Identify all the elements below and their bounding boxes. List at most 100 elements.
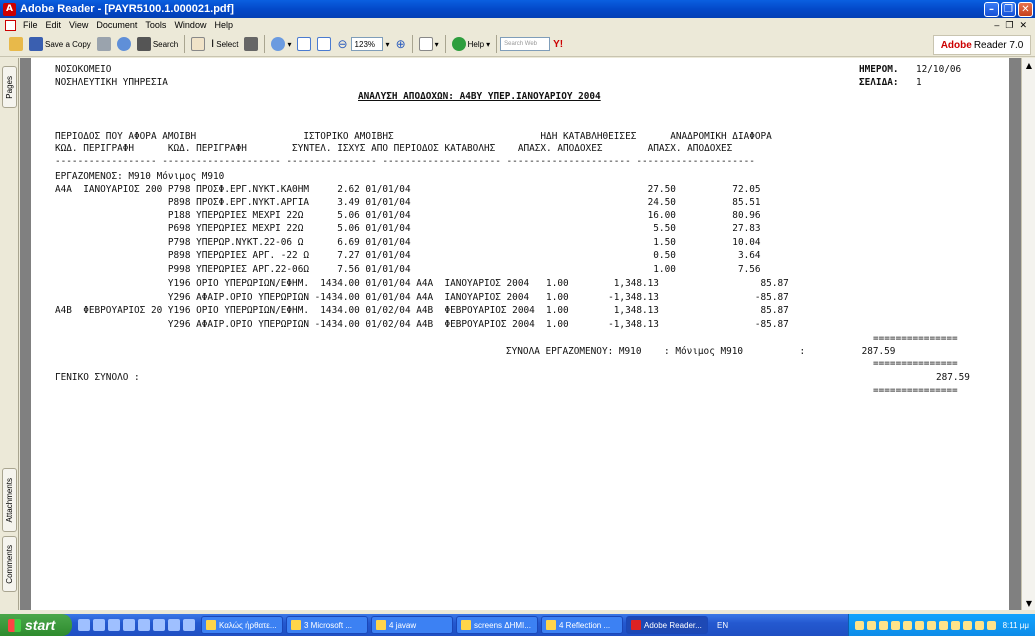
- taskbar-button[interactable]: 4 Reflection ...: [541, 616, 623, 634]
- chevron-down-icon: ▾: [434, 39, 439, 49]
- taskbar-button-active[interactable]: Adobe Reader...: [626, 616, 708, 634]
- quick-launch-icon[interactable]: [78, 619, 90, 631]
- brand-name: Adobe: [940, 39, 972, 51]
- header-row-2: ΚΩΔ. ΠΕΡΙΓΡΑΦΗ ΚΩΔ. ΠΕΡΙΓΡΑΦΗ ΣΥΝΤΕΛ. ΙΣ…: [55, 143, 733, 154]
- tray-icon[interactable]: [914, 620, 924, 630]
- menu-view[interactable]: View: [65, 20, 92, 30]
- doc-close-icon[interactable]: ✕: [1019, 20, 1027, 31]
- table-row: Υ296 ΑΦΑΙΡ.ΟΡΙΟ ΥΠΕΡΩΡΙΩΝ -1434.00 01/01…: [55, 292, 789, 303]
- start-button[interactable]: start: [0, 614, 72, 636]
- camera-icon: [244, 37, 259, 51]
- hand-tool-button[interactable]: [188, 34, 208, 54]
- snapshot-button[interactable]: [241, 34, 261, 54]
- tab-comments[interactable]: Comments: [2, 536, 17, 592]
- zoom-dropdown[interactable]: ▾: [383, 34, 393, 54]
- quick-launch-icon[interactable]: [93, 619, 105, 631]
- search-web-input[interactable]: Search Web: [500, 37, 551, 51]
- separator: [496, 35, 498, 53]
- document-viewport[interactable]: ΝΟΣΟΚΟΜΕΙΟ ΝΟΣΗΛΕΥΤΙΚΗ ΥΠΗΡΕΣΙΑ ΗΜΕΡΟΜ. …: [20, 58, 1021, 610]
- restore-button[interactable]: ❐: [1001, 1, 1016, 17]
- quick-launch-icon[interactable]: [138, 619, 150, 631]
- tray-icon[interactable]: [902, 620, 912, 630]
- select-tool-button[interactable]: I Select: [208, 34, 241, 54]
- zoom-input[interactable]: 123%: [350, 37, 383, 51]
- tray-icon[interactable]: [938, 620, 948, 630]
- email-button[interactable]: [114, 34, 134, 54]
- total-separator: ===============: [873, 358, 958, 369]
- close-button[interactable]: ✕: [1018, 1, 1033, 17]
- print-button[interactable]: [94, 34, 114, 54]
- actual-size-button[interactable]: [294, 34, 314, 54]
- start-label: start: [25, 617, 56, 633]
- taskbar-button-label: 4 javaw: [389, 620, 417, 630]
- rotate-button[interactable]: ▾: [416, 34, 442, 54]
- doc-minimize-icon[interactable]: –: [994, 20, 999, 31]
- language-indicator[interactable]: EN: [711, 621, 734, 630]
- tray-icon[interactable]: [866, 620, 876, 630]
- minimize-button[interactable]: –: [984, 1, 999, 17]
- adobe-reader-icon: A: [3, 2, 16, 16]
- window-title: Adobe Reader - [PAYR5100.1.000021.pdf]: [20, 3, 234, 15]
- tab-pages[interactable]: Pages: [2, 66, 17, 108]
- help-icon: [451, 37, 466, 51]
- separator: [411, 35, 413, 53]
- taskbar-button-label: 3 Microsoft ...: [304, 620, 353, 630]
- scroll-up-icon[interactable]: ▲: [1022, 58, 1035, 72]
- binoculars-icon: [136, 37, 151, 51]
- zoom-tool-button[interactable]: ▾: [268, 34, 294, 54]
- quick-launch-icon[interactable]: [153, 619, 165, 631]
- zoom-out-button[interactable]: ⊖: [334, 34, 350, 54]
- quick-launch-icon[interactable]: [168, 619, 180, 631]
- org-department: ΝΟΣΗΛΕΥΤΙΚΗ ΥΠΗΡΕΣΙΑ: [55, 77, 168, 88]
- menu-tools[interactable]: Tools: [141, 20, 170, 30]
- quick-launch-icon[interactable]: [183, 619, 195, 631]
- adobe-reader-icon: [631, 620, 641, 630]
- tray-icon[interactable]: [854, 620, 864, 630]
- menu-help[interactable]: Help: [210, 20, 237, 30]
- tray-icon[interactable]: [878, 620, 888, 630]
- actual-size-icon: [297, 37, 312, 51]
- quick-launch-icon[interactable]: [108, 619, 120, 631]
- scroll-down-icon[interactable]: ▼: [1022, 596, 1035, 610]
- taskbar-button[interactable]: screens ΔΗΜΙ...: [456, 616, 538, 634]
- total-separator: ===============: [873, 385, 958, 396]
- taskbar-button[interactable]: 4 javaw: [371, 616, 453, 634]
- search-button[interactable]: Search: [134, 34, 181, 54]
- table-row: Α4Α ΙΑΝΟΥΑΡΙΟΣ 200 Ρ798 ΠΡΟΣΦ.ΕΡΓ.ΝΥΚΤ.Κ…: [55, 184, 761, 195]
- table-row: Ρ898 ΥΠΕΡΩΡΙΕΣ ΑΡΓ. -22 Ω 7.27 01/01/04 …: [55, 250, 761, 261]
- help-button[interactable]: Help ▾: [449, 34, 493, 54]
- menu-document[interactable]: Document: [92, 20, 141, 30]
- adobe-reader-logo: Adobe Reader 7.0: [933, 35, 1031, 55]
- clock[interactable]: 8:11 μμ: [1003, 621, 1029, 630]
- tray-icon[interactable]: [962, 620, 972, 630]
- tray-icon[interactable]: [986, 620, 996, 630]
- vertical-scrollbar[interactable]: ▲ ▼: [1021, 58, 1035, 610]
- menu-bar: File Edit View Document Tools Window Hel…: [0, 18, 1035, 32]
- header-row-1: ΠΕΡΙΟΔΟΣ ΠΟΥ ΑΦΟΡΑ ΑΜΟΙΒΗ ΙΣΤΟΡΙΚΟ ΑΜΟΙΒ…: [55, 131, 772, 142]
- table-row: Ρ798 ΥΠΕΡΩΡ.ΝΥΚΤ.22-06 Ω 6.69 01/01/04 1…: [55, 237, 761, 248]
- quick-launch-icon[interactable]: [123, 619, 135, 631]
- doc-restore-icon[interactable]: ❐: [1005, 20, 1013, 31]
- document-icon[interactable]: [5, 19, 16, 31]
- tray-icon[interactable]: [950, 620, 960, 630]
- yahoo-button[interactable]: Y!: [550, 34, 566, 54]
- tab-attachments[interactable]: Attachments: [2, 468, 17, 532]
- menu-edit[interactable]: Edit: [42, 20, 66, 30]
- windows-logo-icon: [8, 618, 21, 632]
- menu-file[interactable]: File: [19, 20, 42, 30]
- menu-window[interactable]: Window: [170, 20, 210, 30]
- tray-icon[interactable]: [926, 620, 936, 630]
- title-bar: A Adobe Reader - [PAYR5100.1.000021.pdf]…: [0, 0, 1035, 18]
- navigation-panel: Pages Attachments Comments: [0, 58, 19, 610]
- tray-icon[interactable]: [890, 620, 900, 630]
- save-copy-button[interactable]: Save a Copy: [26, 34, 94, 54]
- taskbar-button[interactable]: Καλώς ήρθατε...: [201, 616, 283, 634]
- fit-width-button[interactable]: [314, 34, 334, 54]
- help-label: Help: [467, 39, 485, 49]
- zoom-in-button[interactable]: ⊕: [393, 34, 409, 54]
- taskbar-button-label: 4 Reflection ...: [559, 620, 611, 630]
- taskbar-button[interactable]: 3 Microsoft ...: [286, 616, 368, 634]
- open-button[interactable]: [6, 34, 26, 54]
- chevron-down-icon: ▾: [385, 39, 390, 49]
- tray-icon[interactable]: [974, 620, 984, 630]
